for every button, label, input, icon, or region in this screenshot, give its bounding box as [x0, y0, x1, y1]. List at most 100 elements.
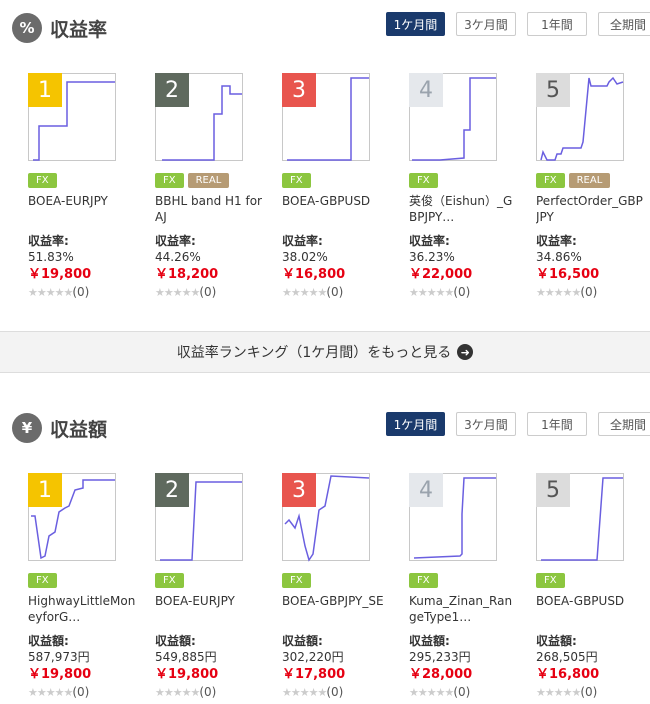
period-tabs: 1ケ月間 3ケ月間 1年間 全期間	[386, 412, 650, 436]
star-icons: ★★★★★	[155, 286, 200, 299]
performance-sparkline[interactable]: 3	[282, 473, 370, 562]
star-icons: ★★★★★	[28, 686, 73, 699]
tab-3-months[interactable]: 3ケ月間	[456, 12, 516, 36]
rating-count: (0)	[326, 685, 344, 699]
real-tag: REAL	[187, 173, 230, 188]
tab-all-time[interactable]: 全期間	[598, 12, 650, 36]
tag-list: FX	[28, 573, 138, 589]
metric-value: 38.02%	[282, 250, 328, 264]
rating-stars: ★★★★★(0)	[536, 684, 646, 701]
metric-label: 収益率:	[409, 234, 450, 248]
product-name[interactable]: BOEA-EURJPY	[28, 193, 138, 225]
metric-value: 587,973円	[28, 650, 90, 664]
fx-tag: FX	[409, 573, 438, 588]
rank-badge: 4	[409, 473, 443, 507]
performance-sparkline[interactable]: 3	[282, 73, 370, 161]
performance-sparkline[interactable]: 5	[536, 473, 624, 561]
price: ￥22,000	[409, 267, 473, 282]
product-card[interactable]: 2 FX BOEA-EURJPY 収益額: 549,885円 ￥19,800 ★★★★★(0…	[155, 473, 265, 701]
yen-icon: ¥	[12, 413, 42, 443]
rank-badge: 1	[28, 473, 62, 507]
performance-sparkline[interactable]: 2	[155, 473, 243, 561]
product-card[interactable]: 5 FX BOEA-GBPUSD 収益額: 268,505円 ￥16,800 ★★★★★(0…	[536, 473, 646, 701]
tab-1-month[interactable]: 1ケ月間	[386, 12, 445, 36]
rating-stars: ★★★★★(0)	[409, 284, 519, 301]
rating-count: (0)	[199, 285, 217, 299]
price: ￥16,800	[536, 667, 600, 682]
star-icons: ★★★★★	[28, 286, 73, 299]
rating-count: (0)	[72, 285, 90, 299]
product-name[interactable]: 英俊（Eishun）_GBPJPY…	[409, 193, 519, 225]
product-card[interactable]: 4 FX 英俊（Eishun）_GBPJPY… 収益率: 36.23% ￥22,000 ★★…	[409, 73, 519, 301]
product-name[interactable]: HighwayLittleMoneyforG…	[28, 593, 138, 625]
product-name[interactable]: Kuma_Zinan_RangeType1…	[409, 593, 519, 625]
metric-value: 36.23%	[409, 250, 455, 264]
tab-1-month[interactable]: 1ケ月間	[386, 412, 445, 436]
rank-badge: 2	[155, 73, 189, 107]
price: ￥17,800	[282, 667, 346, 682]
price: ￥16,800	[282, 267, 346, 282]
tab-1-year[interactable]: 1年間	[527, 412, 587, 436]
star-icons: ★★★★★	[282, 286, 327, 299]
metric-label: 収益額:	[28, 634, 69, 648]
product-name[interactable]: BOEA-EURJPY	[155, 593, 265, 625]
performance-sparkline[interactable]: 1	[28, 473, 116, 561]
rating-stars: ★★★★★(0)	[536, 284, 646, 301]
tag-list: FX REAL	[155, 173, 265, 189]
star-icons: ★★★★★	[409, 686, 454, 699]
rating-count: (0)	[199, 685, 217, 699]
metric-label: 収益率:	[155, 234, 196, 248]
rating-count: (0)	[580, 685, 598, 699]
tab-all-time[interactable]: 全期間	[598, 412, 650, 436]
performance-sparkline[interactable]: 1	[28, 73, 116, 161]
fx-tag: FX	[536, 573, 565, 588]
performance-sparkline[interactable]: 5	[536, 73, 624, 161]
metric-label: 収益額:	[409, 634, 450, 648]
product-card[interactable]: 3 FX BOEA-GBPJPY_SE 収益額: 302,220円 ￥17,800 ★★★★…	[282, 473, 392, 701]
tag-list: FX	[282, 173, 392, 189]
period-tabs: 1ケ月間 3ケ月間 1年間 全期間	[386, 12, 650, 36]
rating-stars: ★★★★★(0)	[155, 684, 265, 701]
percent-icon: %	[12, 13, 42, 43]
rating-count: (0)	[453, 685, 471, 699]
product-name[interactable]: PerfectOrder_GBPJPY	[536, 193, 646, 225]
product-name[interactable]: BBHL band H1 for AJ	[155, 193, 265, 225]
tab-3-months[interactable]: 3ケ月間	[456, 412, 516, 436]
tag-list: FX	[282, 573, 392, 589]
price: ￥19,800	[155, 667, 219, 682]
rating-stars: ★★★★★(0)	[409, 684, 519, 701]
product-name[interactable]: BOEA-GBPJPY_SE	[282, 593, 392, 625]
rating-stars: ★★★★★(0)	[282, 284, 392, 301]
star-icons: ★★★★★	[536, 286, 581, 299]
product-name[interactable]: BOEA-GBPUSD	[536, 593, 646, 625]
price: ￥19,800	[28, 267, 92, 282]
rating-stars: ★★★★★(0)	[28, 684, 138, 701]
product-card[interactable]: 5 FX REAL PerfectOrder_GBPJPY 収益率: 34.86% ￥16,…	[536, 73, 646, 301]
performance-sparkline[interactable]: 4	[409, 73, 497, 161]
section-title: 収益額	[50, 418, 108, 441]
product-card[interactable]: 3 FX BOEA-GBPUSD 収益率: 38.02% ￥16,800 ★★★★★(0)	[282, 73, 392, 301]
product-card[interactable]: 2 FX REAL BBHL band H1 for AJ 収益率: 44.26% ￥18,…	[155, 73, 265, 301]
real-tag: REAL	[568, 173, 611, 188]
metric-label: 収益額:	[155, 634, 196, 648]
rank-badge: 1	[28, 73, 62, 107]
tab-1-year[interactable]: 1年間	[527, 12, 587, 36]
metric-label: 収益率:	[28, 234, 69, 248]
performance-sparkline[interactable]: 2	[155, 73, 243, 161]
section-header: ¥ 収益額	[12, 410, 107, 446]
metric-value: 34.86%	[536, 250, 582, 264]
rating-stars: ★★★★★(0)	[155, 284, 265, 301]
tag-list: FX	[155, 573, 265, 589]
product-card[interactable]: 1 FX BOEA-EURJPY 収益率: 51.83% ￥19,800 ★★★★★(0)	[28, 73, 138, 301]
price: ￥28,000	[409, 667, 473, 682]
metric-value: 549,885円	[155, 650, 217, 664]
metric-value: 268,505円	[536, 650, 598, 664]
product-card[interactable]: 1 FX HighwayLittleMoneyforG… 収益額: 587,973円 ￥1…	[28, 473, 138, 701]
product-card[interactable]: 4 FX Kuma_Zinan_RangeType1… 収益額: 295,233円 ￥28…	[409, 473, 519, 701]
more-ranking-link[interactable]: 収益率ランキング（1ケ月間）をもっと見る ➜	[0, 331, 650, 373]
fx-tag: FX	[155, 573, 184, 588]
tag-list: FX REAL	[536, 173, 646, 189]
product-name[interactable]: BOEA-GBPUSD	[282, 193, 392, 225]
fx-tag: FX	[155, 173, 184, 188]
performance-sparkline[interactable]: 4	[409, 473, 497, 561]
